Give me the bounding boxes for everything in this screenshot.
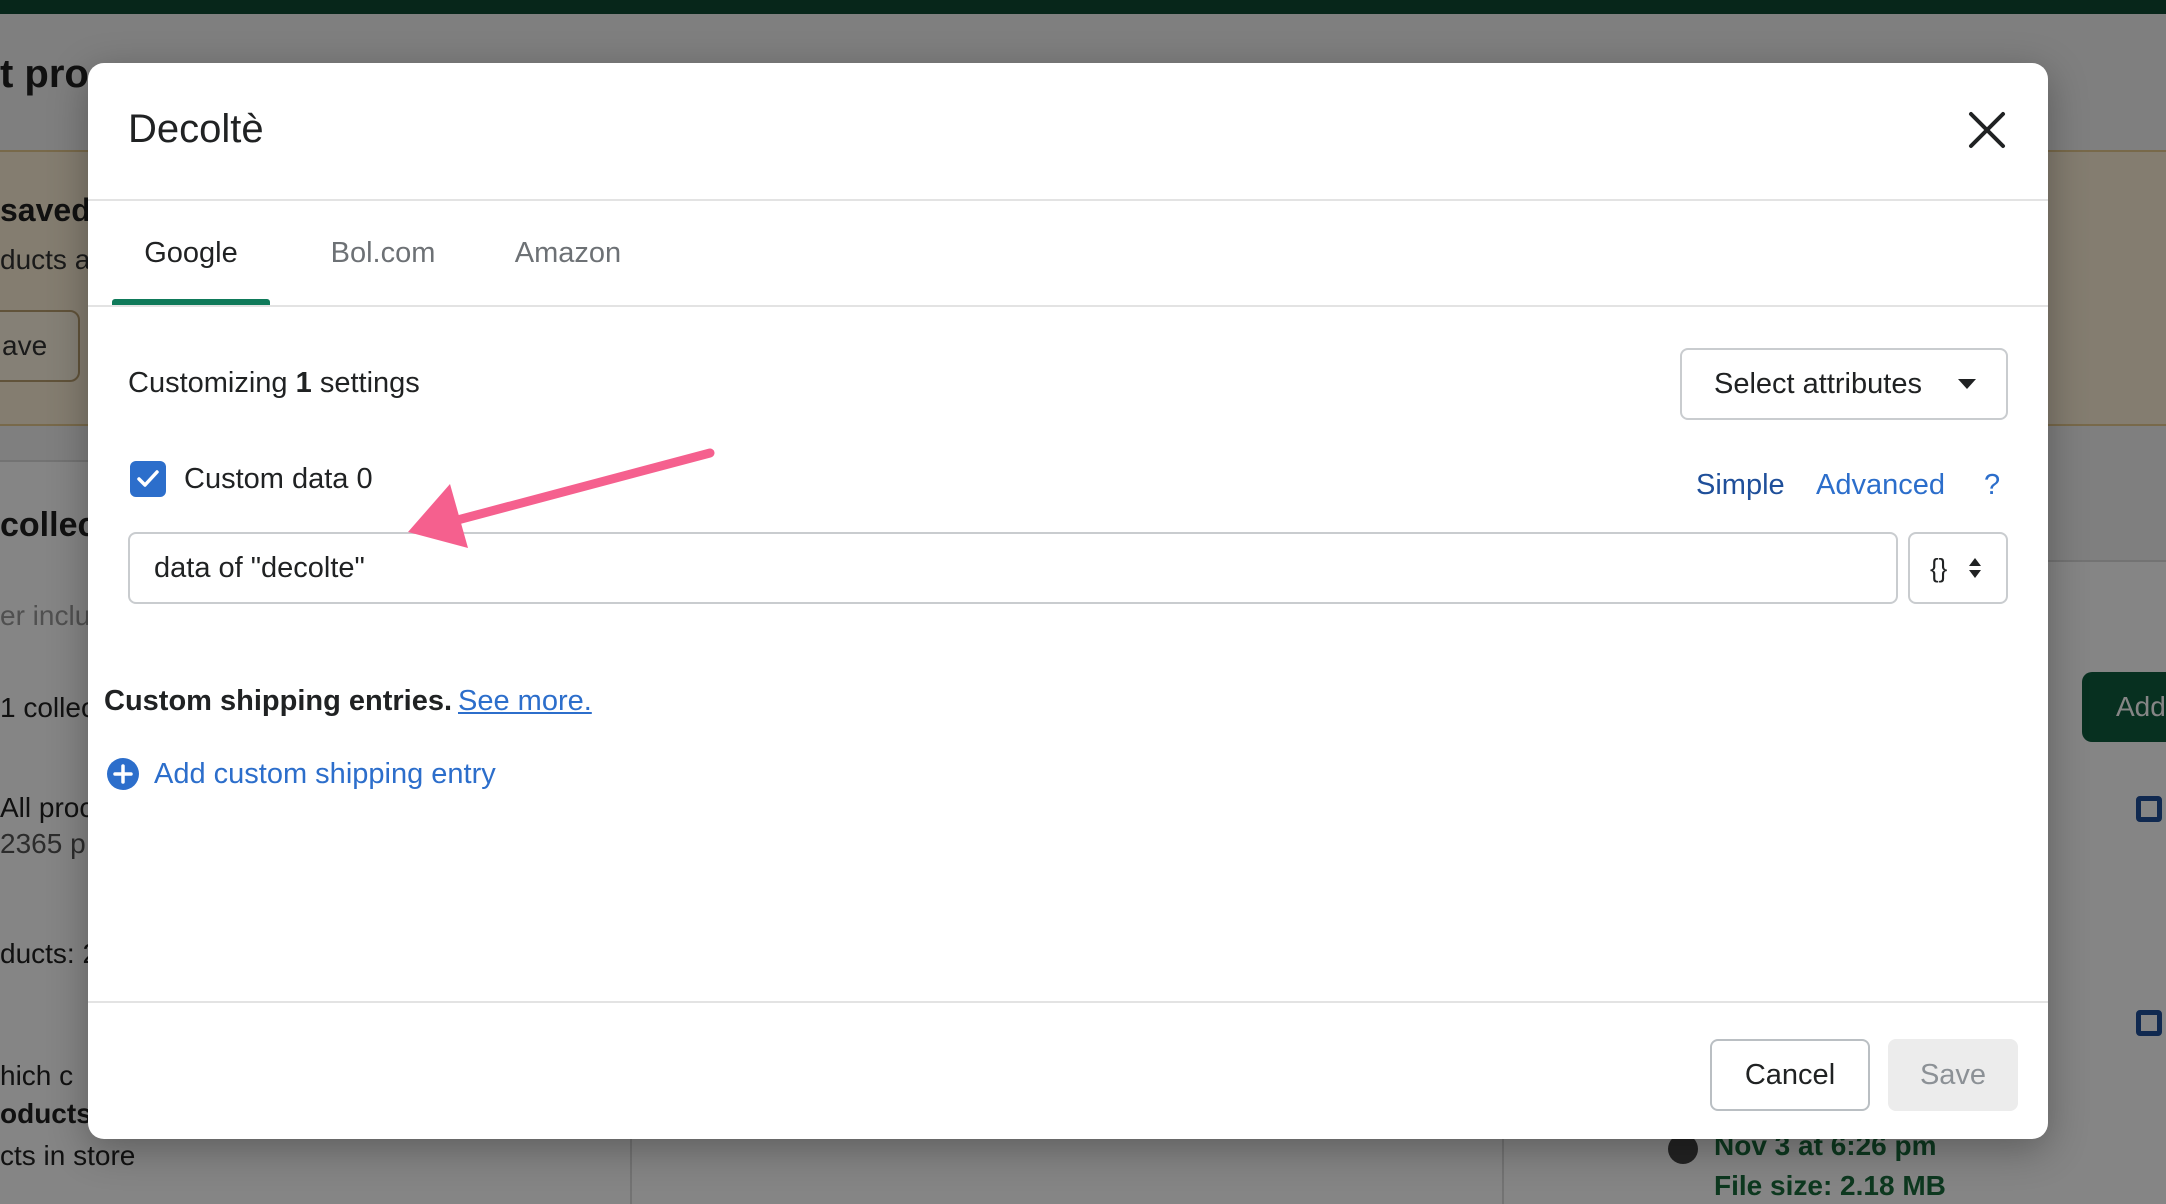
caret-down-icon bbox=[1958, 379, 1976, 389]
tab-google[interactable]: Google bbox=[112, 201, 270, 305]
checkmark-icon bbox=[137, 470, 159, 487]
close-button[interactable] bbox=[1962, 105, 2012, 155]
customizing-prefix: Customizing bbox=[128, 367, 288, 399]
channel-tabs: Google Bol.com Amazon bbox=[88, 201, 2048, 307]
help-link[interactable]: ? bbox=[1984, 469, 2000, 502]
customize-modal: Decoltè Google Bol.com Amazon Customizin… bbox=[88, 63, 2048, 1139]
tab-amazon[interactable]: Amazon bbox=[488, 201, 648, 305]
sort-updown-icon bbox=[1969, 558, 1981, 578]
custom-data-value-input[interactable] bbox=[128, 532, 1898, 604]
save-button[interactable]: Save bbox=[1888, 1039, 2018, 1111]
value-type-symbol: {} bbox=[1930, 552, 1948, 583]
cancel-button[interactable]: Cancel bbox=[1710, 1039, 1870, 1111]
plus-circle-icon bbox=[107, 758, 139, 790]
modal-header: Decoltè bbox=[88, 63, 2048, 201]
screen: t pro saved ducts a ave collec er inclu … bbox=[0, 0, 2166, 1204]
select-attributes-button[interactable]: Select attributes bbox=[1680, 348, 2008, 420]
value-type-select[interactable]: {} bbox=[1908, 532, 2008, 604]
select-attributes-label: Select attributes bbox=[1714, 367, 1922, 400]
customizing-summary: Customizing 1 settings bbox=[128, 367, 420, 400]
tab-bol-com[interactable]: Bol.com bbox=[308, 201, 458, 305]
active-tab-indicator bbox=[112, 299, 270, 305]
advanced-mode-link[interactable]: Advanced bbox=[1816, 469, 1945, 502]
customizing-count: 1 bbox=[295, 367, 312, 399]
close-icon bbox=[1969, 112, 2005, 148]
modal-footer: Cancel Save bbox=[88, 1001, 2048, 1139]
custom-data-label: Custom data 0 bbox=[184, 463, 373, 495]
custom-data-checkbox[interactable] bbox=[130, 461, 166, 497]
customizing-suffix: settings bbox=[319, 367, 420, 399]
add-custom-shipping-entry-button[interactable]: Add custom shipping entry bbox=[106, 756, 496, 792]
custom-shipping-heading: Custom shipping entries. bbox=[104, 685, 453, 717]
add-entry-label: Add custom shipping entry bbox=[154, 757, 496, 790]
simple-mode-link[interactable]: Simple bbox=[1696, 469, 1785, 502]
see-more-link[interactable]: See more. bbox=[458, 685, 592, 718]
modal-title: Decoltè bbox=[128, 107, 264, 151]
